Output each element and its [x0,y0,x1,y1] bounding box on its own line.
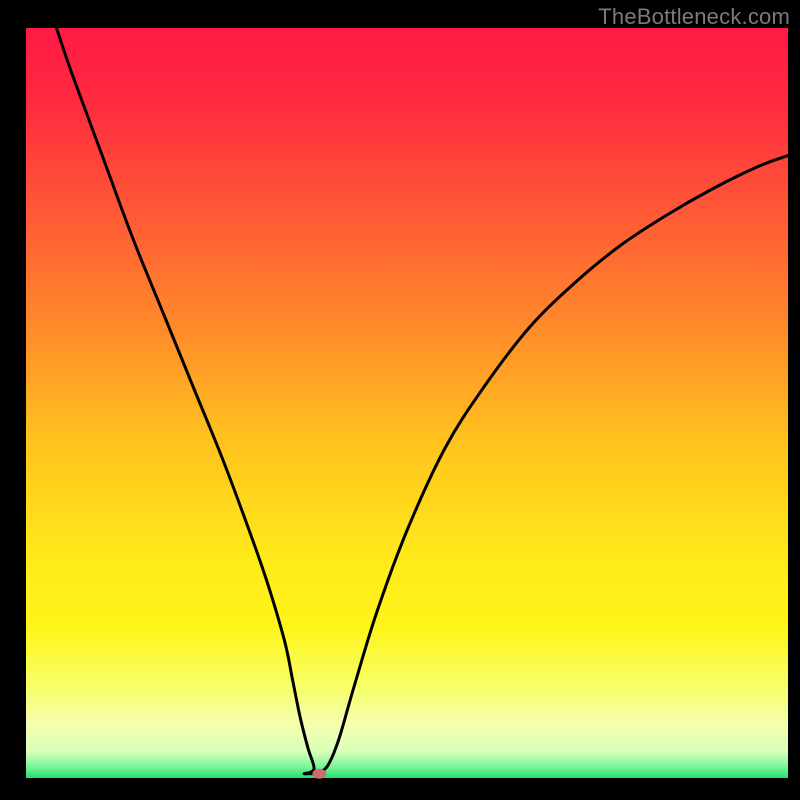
plot-background [26,28,788,778]
bottleneck-chart [0,0,800,800]
watermark-text: TheBottleneck.com [598,4,790,30]
chart-frame: TheBottleneck.com [0,0,800,800]
minimum-marker [312,769,326,779]
